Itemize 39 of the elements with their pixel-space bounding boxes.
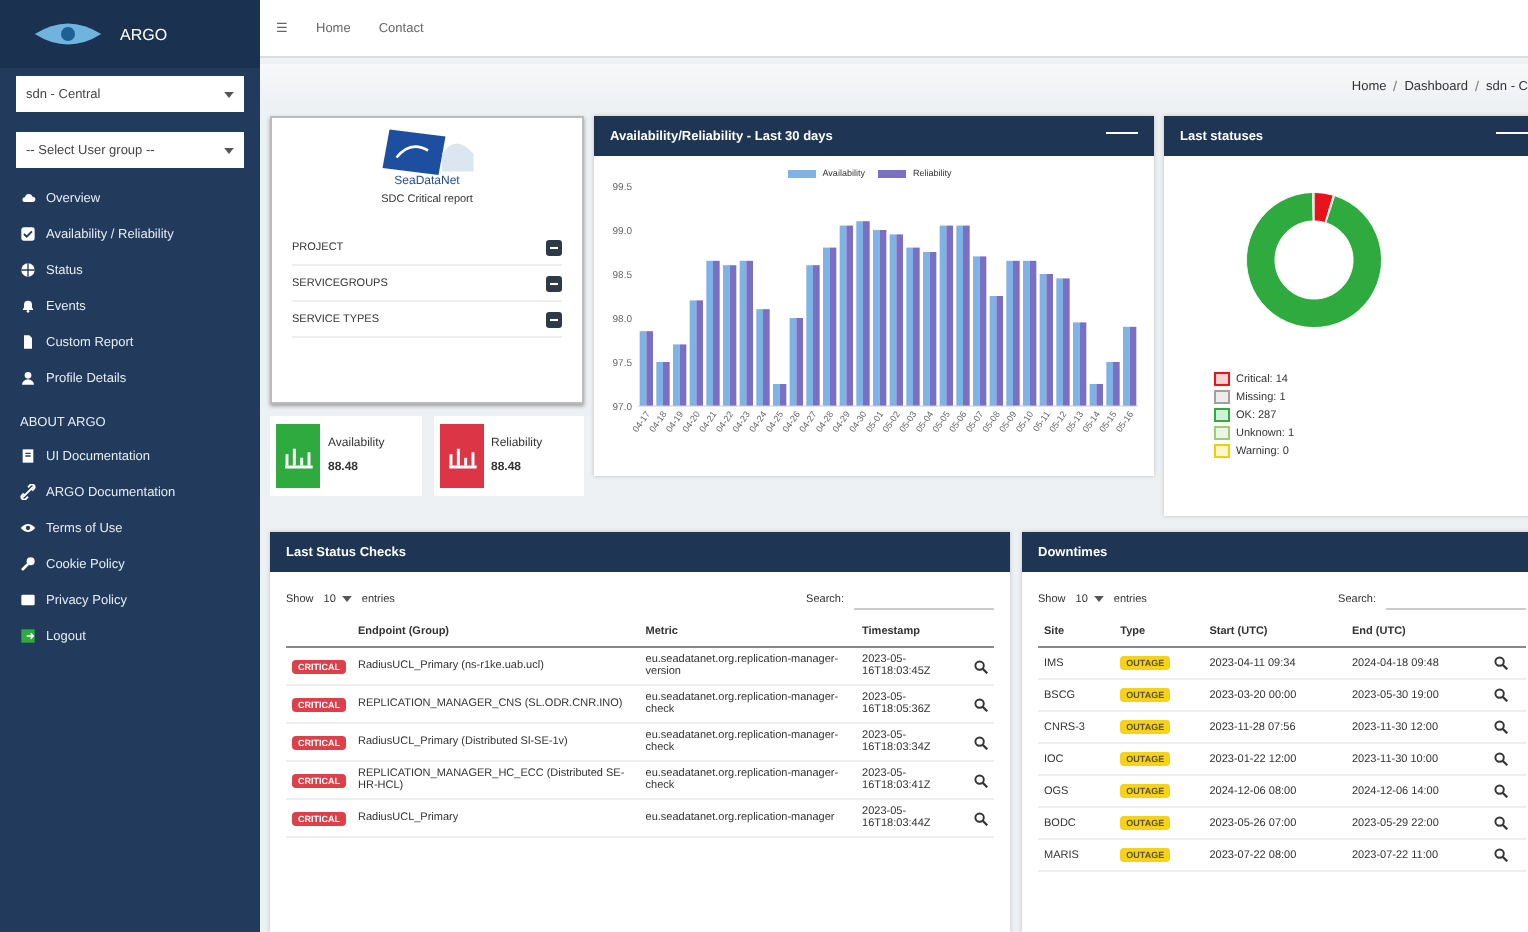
eye-logo-icon <box>32 20 104 48</box>
search-icon[interactable] <box>1494 688 1509 702</box>
caret-icon <box>1093 596 1104 602</box>
check-icon <box>20 226 36 242</box>
expand-icon[interactable] <box>546 275 562 291</box>
link-icon <box>20 484 36 500</box>
search-icon[interactable] <box>1494 752 1509 766</box>
key-icon <box>20 556 36 572</box>
eye-icon <box>20 520 36 536</box>
breadcrumb-separator-icon <box>1392 80 1399 93</box>
search-icon[interactable] <box>973 659 988 673</box>
bell-icon <box>20 298 36 314</box>
breadcrumb-separator-icon <box>1474 80 1481 93</box>
legend-swatch <box>788 169 817 177</box>
search-icon[interactable] <box>973 811 988 825</box>
search-icon[interactable] <box>973 773 988 787</box>
expand-icon[interactable] <box>546 239 562 255</box>
search-icon[interactable] <box>1494 816 1509 830</box>
search-icon[interactable] <box>1494 848 1509 862</box>
file-icon <box>20 334 36 350</box>
expand-icon[interactable] <box>546 311 562 327</box>
panel-tools-icon[interactable] <box>1496 132 1528 140</box>
search-icon[interactable] <box>973 735 988 749</box>
search-icon[interactable] <box>1494 784 1509 798</box>
caret-icon <box>224 91 234 97</box>
brand-name: ARGO <box>120 25 168 43</box>
legend-swatch <box>878 169 907 177</box>
search-icon[interactable] <box>1494 656 1509 670</box>
book-icon <box>20 448 36 464</box>
caret-icon <box>224 147 234 153</box>
search-icon[interactable] <box>1494 720 1509 734</box>
exit-icon <box>20 628 36 644</box>
globe-icon <box>20 262 36 278</box>
caret-icon <box>341 596 352 602</box>
user-icon <box>20 370 36 386</box>
search-icon[interactable] <box>973 697 988 711</box>
panel-tools-icon[interactable] <box>1106 132 1138 140</box>
card-icon <box>20 592 36 608</box>
cloud-icon <box>20 190 36 206</box>
